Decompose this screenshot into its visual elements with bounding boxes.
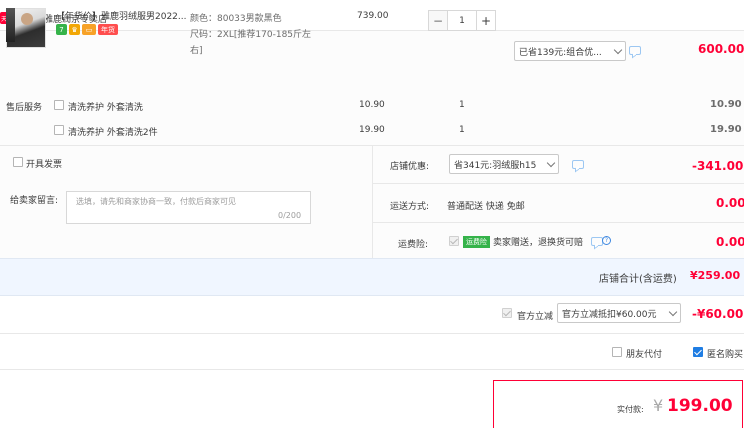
insurance-label: 运费险:: [398, 240, 429, 250]
service-checkbox-1[interactable]: [54, 100, 64, 110]
card-payment-icon: ▭: [82, 24, 96, 35]
service-price-2: 19.90: [359, 125, 385, 135]
row-divider: [372, 222, 744, 223]
official-discount-select[interactable]: 官方立减抵扣¥60.00元: [557, 303, 681, 323]
service-price-1: 10.90: [359, 100, 385, 110]
product-color: 颜色：80033男款黑色: [190, 14, 282, 24]
official-discount-value: 官方立减抵扣¥60.00元: [562, 309, 657, 320]
service-name-2: 清洗养护 外套清洗2件: [68, 128, 158, 138]
service-qty-1: 1: [459, 100, 465, 110]
service-checkbox-2[interactable]: [54, 125, 64, 135]
friend-pay-label: 朋友代付: [626, 350, 663, 360]
quantity-stepper: − 1 +: [428, 10, 496, 31]
item-total: 600.00: [698, 42, 744, 56]
anonymous-checkbox[interactable]: [693, 347, 703, 357]
friend-pay-checkbox[interactable]: [612, 347, 622, 357]
shipping-amount: 0.00: [716, 196, 744, 210]
official-discount-amount: -¥60.00: [692, 307, 744, 321]
unit-price: 739.00: [357, 11, 389, 21]
service-name-1: 清洗养护 外套清洗: [68, 103, 143, 113]
seven-day-return-icon: 7: [56, 24, 67, 35]
insurance-amount: 0.00: [716, 235, 744, 249]
service-qty-2: 1: [459, 125, 465, 135]
shop-discount-label: 店铺优惠:: [390, 162, 430, 172]
pay-amount: 199.00: [667, 396, 733, 416]
anonymous-label: 匿名购买: [707, 350, 744, 360]
note-placeholder: 选填，请先和商家协商一致，付款后商家可见: [76, 197, 236, 206]
section-divider: [0, 369, 744, 370]
message-icon[interactable]: [572, 160, 584, 169]
note-char-count: 0/200: [278, 211, 302, 220]
product-thumbnail-strip: [6, 8, 15, 42]
item-promo-value: 已省139元:组合优...: [519, 47, 602, 58]
new-year-sale-badge: 年货: [98, 24, 118, 35]
product-spec: 颜色：80033男款黑色 尺码：2XL[推荐170-185斤左右]: [190, 11, 320, 59]
product-size: 尺码：2XL[推荐170-185斤左右]: [190, 30, 312, 56]
insurance-badge: 运费险: [463, 235, 490, 248]
shop-discount-value: 省341元:羽绒服h15: [454, 160, 537, 171]
chevron-down-icon: [546, 158, 556, 167]
shop-discount-amount: -341.00: [692, 159, 744, 173]
chevron-down-icon: [613, 45, 623, 54]
service-total-2: 19.90: [710, 124, 742, 135]
shop-subtotal-amount: ¥259.00: [690, 269, 741, 282]
row-divider: [372, 183, 744, 184]
quantity-input[interactable]: 1: [448, 10, 476, 31]
chevron-down-icon: [668, 307, 678, 316]
item-promo-select[interactable]: 已省139元:组合优...: [514, 41, 626, 61]
currency-symbol: ¥: [653, 396, 664, 415]
invoice-checkbox[interactable]: [13, 157, 23, 167]
insurance-checkbox: [449, 236, 459, 246]
column-divider: [372, 145, 373, 258]
product-title[interactable]: 【年货价】雅鹿羽绒服男2022...: [56, 9, 191, 22]
product-tags: 7 ♛ ▭ 年货: [56, 24, 120, 35]
shipping-label: 运送方式:: [390, 202, 430, 212]
decrease-button[interactable]: −: [428, 10, 448, 31]
gold-medal-icon: ♛: [69, 24, 80, 35]
insurance-detail: 运费险 卖家赠送，退换货可赔: [463, 235, 583, 248]
increase-button[interactable]: +: [476, 10, 496, 31]
note-label: 给卖家留言:: [10, 196, 59, 206]
shop-subtotal-label: 店铺合计(含运费): [599, 274, 677, 285]
pay-label: 实付款:: [617, 405, 644, 414]
invoice-label: 开具发票: [26, 160, 63, 170]
official-discount-label: 官方立减: [517, 312, 554, 322]
after-sales-label: 售后服务: [6, 103, 43, 113]
insurance-text: 卖家赠送，退换货可赔: [493, 238, 584, 248]
help-icon[interactable]: ?: [602, 236, 611, 245]
shipping-method: 普通配送 快递 免邮: [447, 202, 525, 212]
message-icon[interactable]: [629, 46, 641, 55]
official-discount-checkbox: [502, 308, 512, 318]
service-total-1: 10.90: [710, 99, 742, 110]
section-divider: [0, 333, 744, 334]
shop-discount-select[interactable]: 省341元:羽绒服h15: [449, 154, 559, 174]
